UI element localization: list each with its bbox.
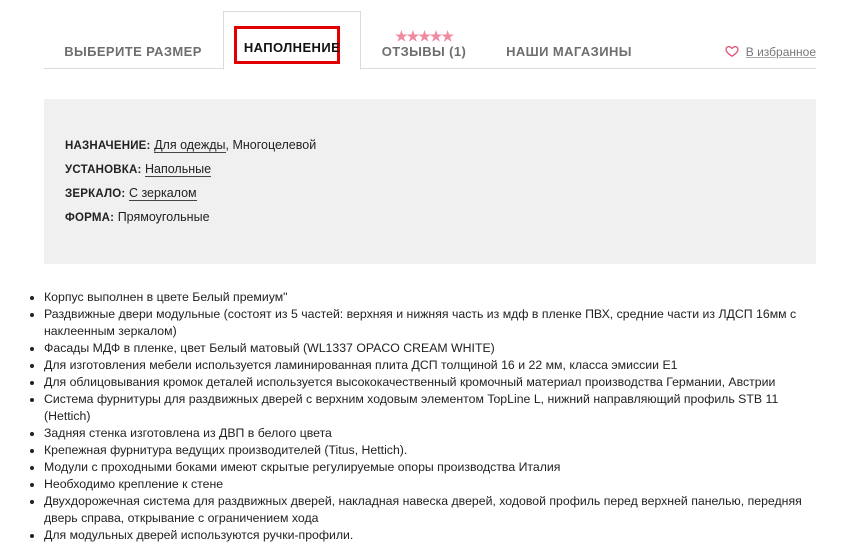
list-item: Крепежная фурнитура ведущих производител… — [44, 442, 824, 459]
property-value: Прямоугольные — [117, 210, 210, 224]
property-shape: ФОРМА: Прямоугольные — [65, 210, 210, 224]
tab-choose-size-label: ВЫБЕРИТЕ РАЗМЕР — [64, 44, 202, 59]
tab-filling[interactable]: НАПОЛНЕНИЕ — [223, 11, 361, 70]
property-mirror: ЗЕРКАЛО: С зеркалом — [65, 186, 197, 201]
list-item: Для модульных дверей используются ручки-… — [44, 527, 824, 544]
tab-reviews[interactable]: ★★★★★ ОТЗЫВЫ (1) — [369, 11, 479, 68]
list-item: Модули с проходными боками имеют скрытые… — [44, 459, 824, 476]
property-purpose: НАЗНАЧЕНИЕ: Для одежды, Многоцелевой — [65, 138, 317, 153]
product-tabs: ВЫБЕРИТЕ РАЗМЕР НАПОЛНЕНИЕ ★★★★★ ОТЗЫВЫ … — [44, 11, 816, 70]
list-item: Необходимо крепление к стене — [44, 476, 824, 493]
property-key: ЗЕРКАЛО: — [65, 188, 126, 200]
property-link[interactable]: Для одежды — [154, 138, 226, 153]
favorites-label: В избранное — [745, 45, 816, 59]
tab-reviews-label: ОТЗЫВЫ (1) — [381, 44, 467, 59]
list-item: Для облицовывания кромок деталей использ… — [44, 374, 824, 391]
properties-panel: НАЗНАЧЕНИЕ: Для одежды, Многоцелевой УСТ… — [44, 99, 816, 264]
list-item: Двухдорожечная система для раздвижных дв… — [44, 493, 824, 527]
list-item: Система фурнитуры для раздвижных дверей … — [44, 391, 824, 425]
tab-filling-label: НАПОЛНЕНИЕ — [243, 40, 341, 55]
tab-our-stores-label: НАШИ МАГАЗИНЫ — [506, 44, 632, 59]
tab-our-stores[interactable]: НАШИ МАГАЗИНЫ — [499, 11, 639, 68]
property-installation: УСТАНОВКА: Напольные — [65, 162, 212, 177]
property-key: ФОРМА: — [65, 212, 115, 224]
tab-choose-size[interactable]: ВЫБЕРИТЕ РАЗМЕР — [44, 11, 222, 68]
property-link[interactable]: Напольные — [144, 162, 212, 177]
list-item: Для изготовления мебели используется лам… — [44, 357, 824, 374]
property-value: , Многоцелевой — [225, 138, 317, 152]
rating-stars-icon: ★★★★★ — [395, 28, 454, 44]
heart-outline-icon — [725, 45, 739, 57]
list-item: Корпус выполнен в цвете Белый премиум" — [44, 289, 824, 306]
add-to-favorites[interactable]: В избранное — [725, 44, 816, 59]
property-key: НАЗНАЧЕНИЕ: — [65, 140, 151, 152]
property-key: УСТАНОВКА: — [65, 164, 142, 176]
property-link[interactable]: С зеркалом — [128, 186, 197, 201]
list-item: Раздвижные двери модульные (состоят из 5… — [44, 306, 824, 340]
features-list: Корпус выполнен в цвете Белый премиум" Р… — [14, 289, 824, 544]
list-item: Задняя стенка изготовлена из ДВП в белог… — [44, 425, 824, 442]
list-item: Фасады МДФ в пленке, цвет Белый матовый … — [44, 340, 824, 357]
